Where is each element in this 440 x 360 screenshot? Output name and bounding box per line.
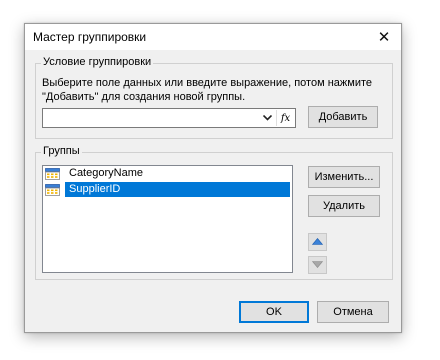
close-button[interactable]: ✕: [367, 24, 401, 50]
add-button[interactable]: Добавить: [308, 106, 378, 128]
chevron-down-icon[interactable]: [259, 109, 275, 127]
move-up-button[interactable]: [308, 233, 327, 251]
ok-button[interactable]: OK: [239, 301, 309, 323]
fx-icon[interactable]: fx: [276, 110, 294, 126]
groups-group-label: Группы: [41, 145, 82, 157]
list-item[interactable]: CategoryName: [45, 166, 145, 181]
title-bar: Мастер группировки ✕: [25, 24, 401, 50]
expression-combobox[interactable]: fx: [42, 108, 296, 128]
list-item[interactable]: SupplierID: [45, 182, 123, 197]
condition-hint: Выберите поле данных или введите выражен…: [42, 77, 372, 103]
group-icon: [45, 167, 61, 180]
groups-list[interactable]: CategoryName SupplierID: [42, 165, 293, 273]
list-item-label: CategoryName: [69, 167, 143, 179]
arrow-down-icon: [311, 259, 324, 271]
grouping-wizard-dialog: Мастер группировки ✕ Условие группировки…: [24, 23, 402, 333]
delete-button[interactable]: Удалить: [308, 195, 380, 217]
list-item-label: SupplierID: [67, 182, 123, 197]
dialog-title: Мастер группировки: [33, 30, 147, 44]
arrow-up-icon: [311, 236, 324, 248]
close-icon: ✕: [377, 29, 391, 46]
cancel-button[interactable]: Отмена: [317, 301, 389, 323]
edit-button[interactable]: Изменить...: [308, 166, 380, 188]
group-icon: [45, 183, 61, 196]
move-down-button[interactable]: [308, 256, 327, 274]
condition-group-label: Условие группировки: [41, 56, 154, 68]
